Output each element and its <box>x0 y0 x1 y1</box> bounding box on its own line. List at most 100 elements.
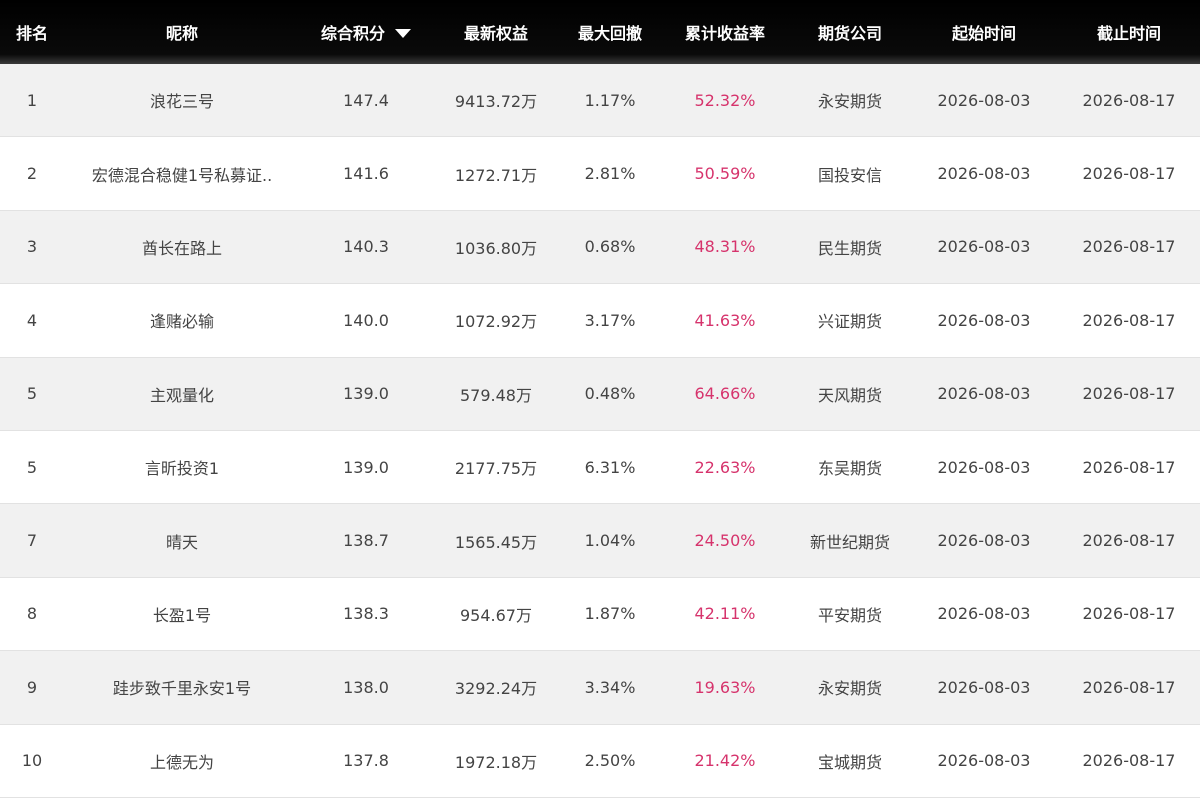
rank-cell: 1 <box>26 90 38 110</box>
end-date-cell: 2026-08-17 <box>1082 457 1176 477</box>
return-cell: 22.63% <box>694 457 756 477</box>
drawdown-cell: 1.17% <box>584 90 636 110</box>
start-date-cell: 2026-08-03 <box>937 310 1031 330</box>
equity-cell: 1565.45万 <box>454 532 538 552</box>
start-date-cell: 2026-08-03 <box>937 751 1031 771</box>
end-date-cell: 2026-08-17 <box>1082 531 1176 551</box>
start-date-cell: 2026-08-03 <box>937 457 1031 477</box>
name-cell[interactable]: 逢赌必输 <box>64 308 300 332</box>
equity-cell: 3292.24万 <box>454 679 538 699</box>
return-cell: 52.32% <box>694 90 756 110</box>
table-header: 排名 昵称 综合积分 最新权益 最大回撤 累计收益率 期货公司 起始时间 截止时… <box>0 0 1200 64</box>
end-date-cell: 2026-08-17 <box>1082 164 1176 184</box>
drawdown-cell: 6.31% <box>584 457 636 477</box>
end-date-cell: 2026-08-17 <box>1082 751 1176 771</box>
end-date-cell: 2026-08-17 <box>1082 90 1176 110</box>
company-cell: 民生期货 <box>817 238 882 258</box>
company-cell: 天风期货 <box>817 385 882 405</box>
equity-cell: 579.48万 <box>460 385 532 405</box>
start-date-cell: 2026-08-03 <box>937 90 1031 110</box>
name-cell[interactable]: 晴天 <box>64 529 300 553</box>
header-company: 期货公司 <box>817 24 882 43</box>
drawdown-cell: 0.48% <box>584 384 636 404</box>
company-cell: 永安期货 <box>817 679 882 699</box>
header-rank: 排名 <box>15 24 48 43</box>
equity-cell: 1036.80万 <box>454 238 538 258</box>
header-start: 起始时间 <box>951 24 1016 43</box>
name-cell[interactable]: 长盈1号 <box>64 602 300 626</box>
name-cell[interactable]: 跬步致千里永安1号 <box>64 675 300 699</box>
equity-cell: 9413.72万 <box>454 92 538 112</box>
name-cell[interactable]: 浪花三号 <box>64 88 300 112</box>
header-equity: 最新权益 <box>463 24 528 43</box>
drawdown-cell: 0.68% <box>584 237 636 257</box>
name-cell[interactable]: 言昕投资1 <box>64 455 300 479</box>
equity-cell: 1972.18万 <box>454 752 538 772</box>
drawdown-cell: 2.81% <box>584 164 636 184</box>
start-date-cell: 2026-08-03 <box>937 384 1031 404</box>
table-row: 8 长盈1号 138.3 954.67万 1.87% 42.11% 平安期货 2… <box>0 577 1200 652</box>
header-return: 累计收益率 <box>684 24 765 43</box>
company-cell: 新世纪期货 <box>809 532 890 552</box>
table-row: 4 逢赌必输 140.0 1072.92万 3.17% 41.63% 兴证期货 … <box>0 284 1200 358</box>
table-row: 1 浪花三号 147.4 9413.72万 1.17% 52.32% 永安期货 … <box>0 64 1200 138</box>
ranking-table: 排名 昵称 综合积分 最新权益 最大回撤 累计收益率 期货公司 起始时间 截止时… <box>0 0 1200 798</box>
return-cell: 24.50% <box>694 531 756 551</box>
rank-cell: 9 <box>26 677 38 697</box>
start-date-cell: 2026-08-03 <box>937 164 1031 184</box>
name-cell[interactable]: 上德无为 <box>64 749 300 773</box>
score-cell: 138.7 <box>343 531 389 551</box>
company-cell: 东吴期货 <box>817 459 882 479</box>
rank-cell: 5 <box>26 384 38 404</box>
rank-cell: 4 <box>26 310 38 330</box>
table-row: 3 酋长在路上 140.3 1036.80万 0.68% 48.31% 民生期货… <box>0 210 1200 285</box>
return-cell: 19.63% <box>694 677 756 697</box>
company-cell: 国投安信 <box>817 165 882 185</box>
end-date-cell: 2026-08-17 <box>1082 237 1176 257</box>
header-name: 昵称 <box>165 24 198 43</box>
end-date-cell: 2026-08-17 <box>1082 310 1176 330</box>
score-cell: 139.0 <box>343 384 389 404</box>
equity-cell: 2177.75万 <box>454 459 538 479</box>
drawdown-cell: 2.50% <box>584 751 636 771</box>
start-date-cell: 2026-08-03 <box>937 677 1031 697</box>
equity-cell: 954.67万 <box>460 605 532 625</box>
end-date-cell: 2026-08-17 <box>1082 604 1176 624</box>
return-cell: 48.31% <box>694 237 756 257</box>
score-cell: 140.3 <box>343 237 389 257</box>
return-cell: 42.11% <box>694 604 756 624</box>
name-cell[interactable]: 宏德混合稳健1号私募证.. <box>64 162 300 186</box>
drawdown-cell: 1.87% <box>584 604 636 624</box>
header-end: 截止时间 <box>1096 24 1161 43</box>
name-cell[interactable]: 酋长在路上 <box>64 235 300 259</box>
name-cell[interactable]: 主观量化 <box>64 382 300 406</box>
drawdown-cell: 3.34% <box>584 677 636 697</box>
score-cell: 138.0 <box>343 677 389 697</box>
return-cell: 64.66% <box>694 384 756 404</box>
company-cell: 兴证期货 <box>817 312 882 332</box>
rank-cell: 5 <box>26 457 38 477</box>
end-date-cell: 2026-08-17 <box>1082 677 1176 697</box>
return-cell: 21.42% <box>694 751 756 771</box>
header-drawdown: 最大回撤 <box>577 24 642 43</box>
rank-cell: 7 <box>26 531 38 551</box>
table-row: 9 跬步致千里永安1号 138.0 3292.24万 3.34% 19.63% … <box>0 651 1200 725</box>
table-row: 7 晴天 138.7 1565.45万 1.04% 24.50% 新世纪期货 2… <box>0 504 1200 578</box>
score-cell: 140.0 <box>343 310 389 330</box>
score-cell: 138.3 <box>343 604 389 624</box>
start-date-cell: 2026-08-03 <box>937 604 1031 624</box>
header-score-sort[interactable]: 综合积分 <box>300 20 432 44</box>
table-row: 5 主观量化 139.0 579.48万 0.48% 64.66% 天风期货 2… <box>0 357 1200 431</box>
drawdown-cell: 3.17% <box>584 310 636 330</box>
rank-cell: 2 <box>26 164 38 184</box>
header-score-label: 综合积分 <box>320 24 385 43</box>
start-date-cell: 2026-08-03 <box>937 531 1031 551</box>
rank-cell: 8 <box>26 604 38 624</box>
company-cell: 平安期货 <box>817 605 882 625</box>
company-cell: 宝城期货 <box>817 752 882 772</box>
rank-cell: 3 <box>26 237 38 257</box>
return-cell: 50.59% <box>694 164 756 184</box>
table-row: 10 上德无为 137.8 1972.18万 2.50% 21.42% 宝城期货… <box>0 724 1200 798</box>
table-row: 5 言昕投资1 139.0 2177.75万 6.31% 22.63% 东吴期货… <box>0 430 1200 505</box>
sort-down-icon[interactable] <box>395 29 411 38</box>
